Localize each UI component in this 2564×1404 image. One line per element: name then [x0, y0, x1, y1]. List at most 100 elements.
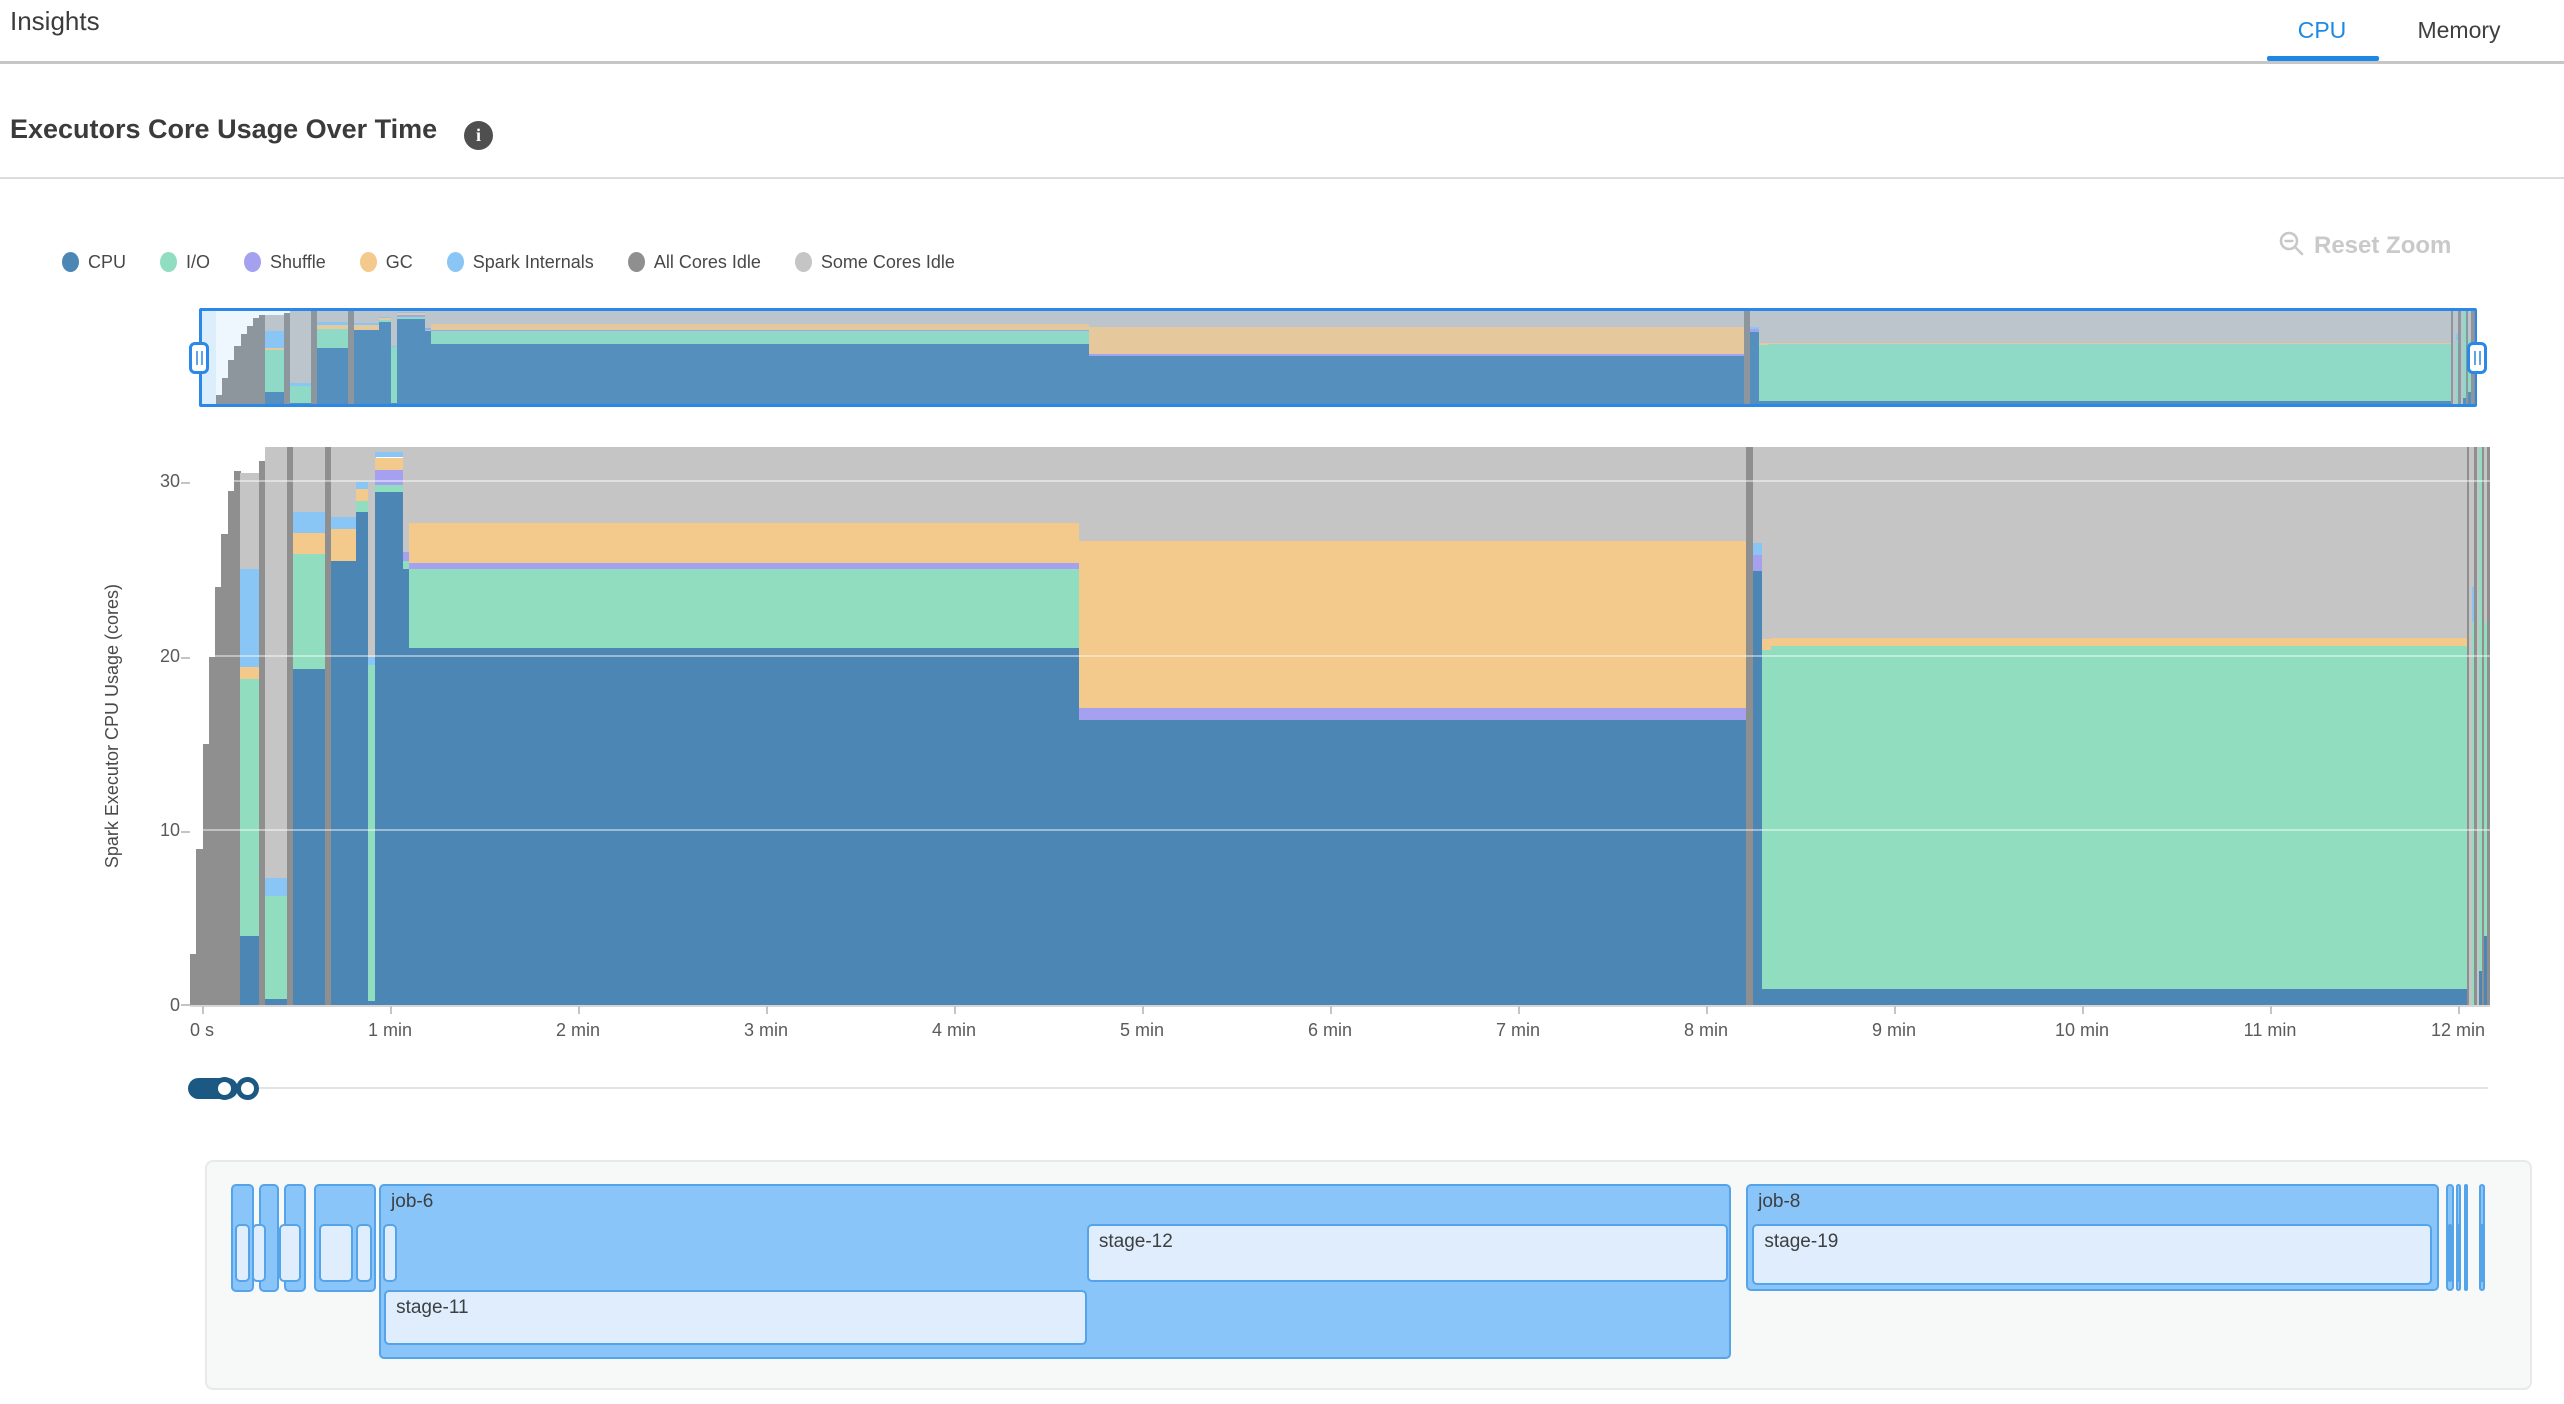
x-tick-label: 10 min: [2055, 1020, 2109, 1041]
gantt-stage-bar[interactable]: [356, 1224, 372, 1282]
y-axis-labels: 0102030: [128, 447, 180, 1006]
x-tick-mark: [1706, 1006, 1708, 1014]
cpu-usage-area-chart[interactable]: [190, 447, 2490, 1006]
y-tick-mark: [181, 831, 190, 833]
x-tick-label: 3 min: [744, 1020, 788, 1041]
reset-zoom-button[interactable]: Reset Zoom: [2278, 230, 2451, 262]
chart-segment: [240, 447, 260, 1006]
legend-item-idle_all[interactable]: All Cores Idle: [628, 252, 761, 273]
x-tick-label: 2 min: [556, 1020, 600, 1041]
x-tick-label: 4 min: [932, 1020, 976, 1041]
x-tick-mark: [202, 1006, 204, 1014]
cpu-legend-dot-icon: [62, 252, 79, 272]
x-tick-label: 6 min: [1308, 1020, 1352, 1041]
x-tick-mark: [766, 1006, 768, 1014]
legend-label: GC: [386, 252, 413, 273]
gridline-10: [190, 829, 2490, 831]
gridline-30: [190, 480, 2490, 482]
legend-item-cpu[interactable]: CPU: [62, 252, 126, 273]
x-tick-mark: [2458, 1006, 2460, 1014]
gantt-stage-bar[interactable]: [319, 1224, 353, 1282]
gantt-stage-bar[interactable]: [252, 1224, 266, 1282]
gantt-stage-bar[interactable]: [2480, 1224, 2484, 1282]
range-slider-handle-left[interactable]: [213, 1077, 236, 1100]
chart-segment: [265, 447, 288, 1006]
header-divider: [0, 61, 2564, 64]
y-axis-ticks: [181, 447, 190, 1006]
x-tick-mark: [390, 1006, 392, 1014]
x-tick-label: 1 min: [368, 1020, 412, 1041]
chart-minimap-brush[interactable]: [199, 308, 2477, 407]
chart-segment: [331, 447, 357, 1006]
x-tick-label: 8 min: [1684, 1020, 1728, 1041]
y-tick-mark: [181, 1004, 190, 1006]
minimap-selection-tint: [202, 311, 2474, 404]
gantt-stage-bar[interactable]: [235, 1224, 250, 1282]
job-stage-timeline: job-6job-8stage-11stage-12stage-19: [205, 1160, 2532, 1390]
brush-handle-right[interactable]: [2467, 342, 2487, 374]
bar-label: stage-19: [1754, 1226, 2430, 1253]
legend-item-idle_some[interactable]: Some Cores Idle: [795, 252, 955, 273]
y-tick-label: 0: [128, 995, 180, 1016]
legend-item-gc[interactable]: GC: [360, 252, 413, 273]
x-tick-label: 0 s: [190, 1020, 214, 1041]
y-tick-label: 20: [128, 646, 180, 667]
gantt-stage-bar[interactable]: [2457, 1224, 2461, 1282]
chart-legend: CPU I/O Shuffle GC Spark Internals All Cores …: [62, 244, 955, 280]
chart-segment: [356, 447, 370, 1006]
x-tick-mark: [2082, 1006, 2084, 1014]
active-tab-underline: [2267, 56, 2379, 61]
chart-segment: [293, 447, 325, 1006]
legend-label: I/O: [186, 252, 210, 273]
x-tick-label: 7 min: [1496, 1020, 1540, 1041]
x-tick-label: 11 min: [2244, 1020, 2297, 1041]
zoom-out-icon: [2278, 230, 2305, 262]
range-slider-handle-right[interactable]: [236, 1077, 259, 1100]
idle_some-legend-dot-icon: [795, 252, 812, 272]
range-slider-track[interactable]: [259, 1087, 2488, 1089]
x-tick-mark: [954, 1006, 956, 1014]
gantt-stage-bar[interactable]: [2448, 1224, 2452, 1282]
tab-memory[interactable]: Memory: [2398, 8, 2520, 52]
x-tick-mark: [1518, 1006, 1520, 1014]
section-title: Executors Core Usage Over Time: [10, 114, 437, 145]
legend-item-shuffle[interactable]: Shuffle: [244, 252, 326, 273]
bar-label: stage-12: [1089, 1226, 1726, 1253]
x-tick-mark: [2270, 1006, 2272, 1014]
x-tick-mark: [1894, 1006, 1896, 1014]
legend-label: Spark Internals: [473, 252, 594, 273]
gantt-stage-bar-stage-19[interactable]: stage-19: [1752, 1224, 2432, 1285]
bar-label: stage-11: [386, 1292, 1085, 1319]
gantt-stage-bar-stage-12[interactable]: stage-12: [1087, 1224, 1728, 1282]
x-tick-label: 12 min: [2431, 1020, 2485, 1041]
section-divider: [0, 177, 2564, 179]
brush-handle-left[interactable]: [189, 342, 209, 374]
gantt-stage-bar-stage-11[interactable]: stage-11: [384, 1290, 1087, 1345]
page-title: Insights: [10, 6, 100, 37]
chart-segment: [2487, 447, 2490, 1006]
bar-label: job-8: [1748, 1186, 2436, 1213]
x-tick-label: 5 min: [1120, 1020, 1164, 1041]
chart-segment: [409, 447, 1080, 1006]
gantt-stage-bar[interactable]: [279, 1224, 301, 1282]
reset-zoom-label: Reset Zoom: [2314, 232, 2451, 260]
info-icon[interactable]: i: [464, 121, 493, 150]
chart-segment: [1079, 447, 1747, 1006]
legend-label: Shuffle: [270, 252, 326, 273]
io-legend-dot-icon: [160, 252, 177, 272]
x-tick-mark: [1330, 1006, 1332, 1014]
gantt-job-bar[interactable]: [2464, 1184, 2468, 1291]
legend-item-io[interactable]: I/O: [160, 252, 210, 273]
gantt-stage-bar[interactable]: [383, 1224, 397, 1282]
y-tick-mark: [181, 657, 190, 659]
y-axis-title: Spark Executor CPU Usage (cores): [94, 447, 130, 1006]
tab-cpu[interactable]: CPU: [2270, 8, 2374, 52]
legend-item-internals[interactable]: Spark Internals: [447, 252, 594, 273]
legend-label: All Cores Idle: [654, 252, 761, 273]
legend-label: Some Cores Idle: [821, 252, 955, 273]
x-axis-labels: 0 s 1 min 2 min 3 min 4 min 5 min 6 min 7 min 8 …: [190, 1006, 2500, 1052]
gridline-20: [190, 655, 2490, 657]
y-tick-mark: [181, 482, 190, 484]
y-tick-label: 30: [128, 471, 180, 492]
x-tick-mark: [1142, 1006, 1144, 1014]
